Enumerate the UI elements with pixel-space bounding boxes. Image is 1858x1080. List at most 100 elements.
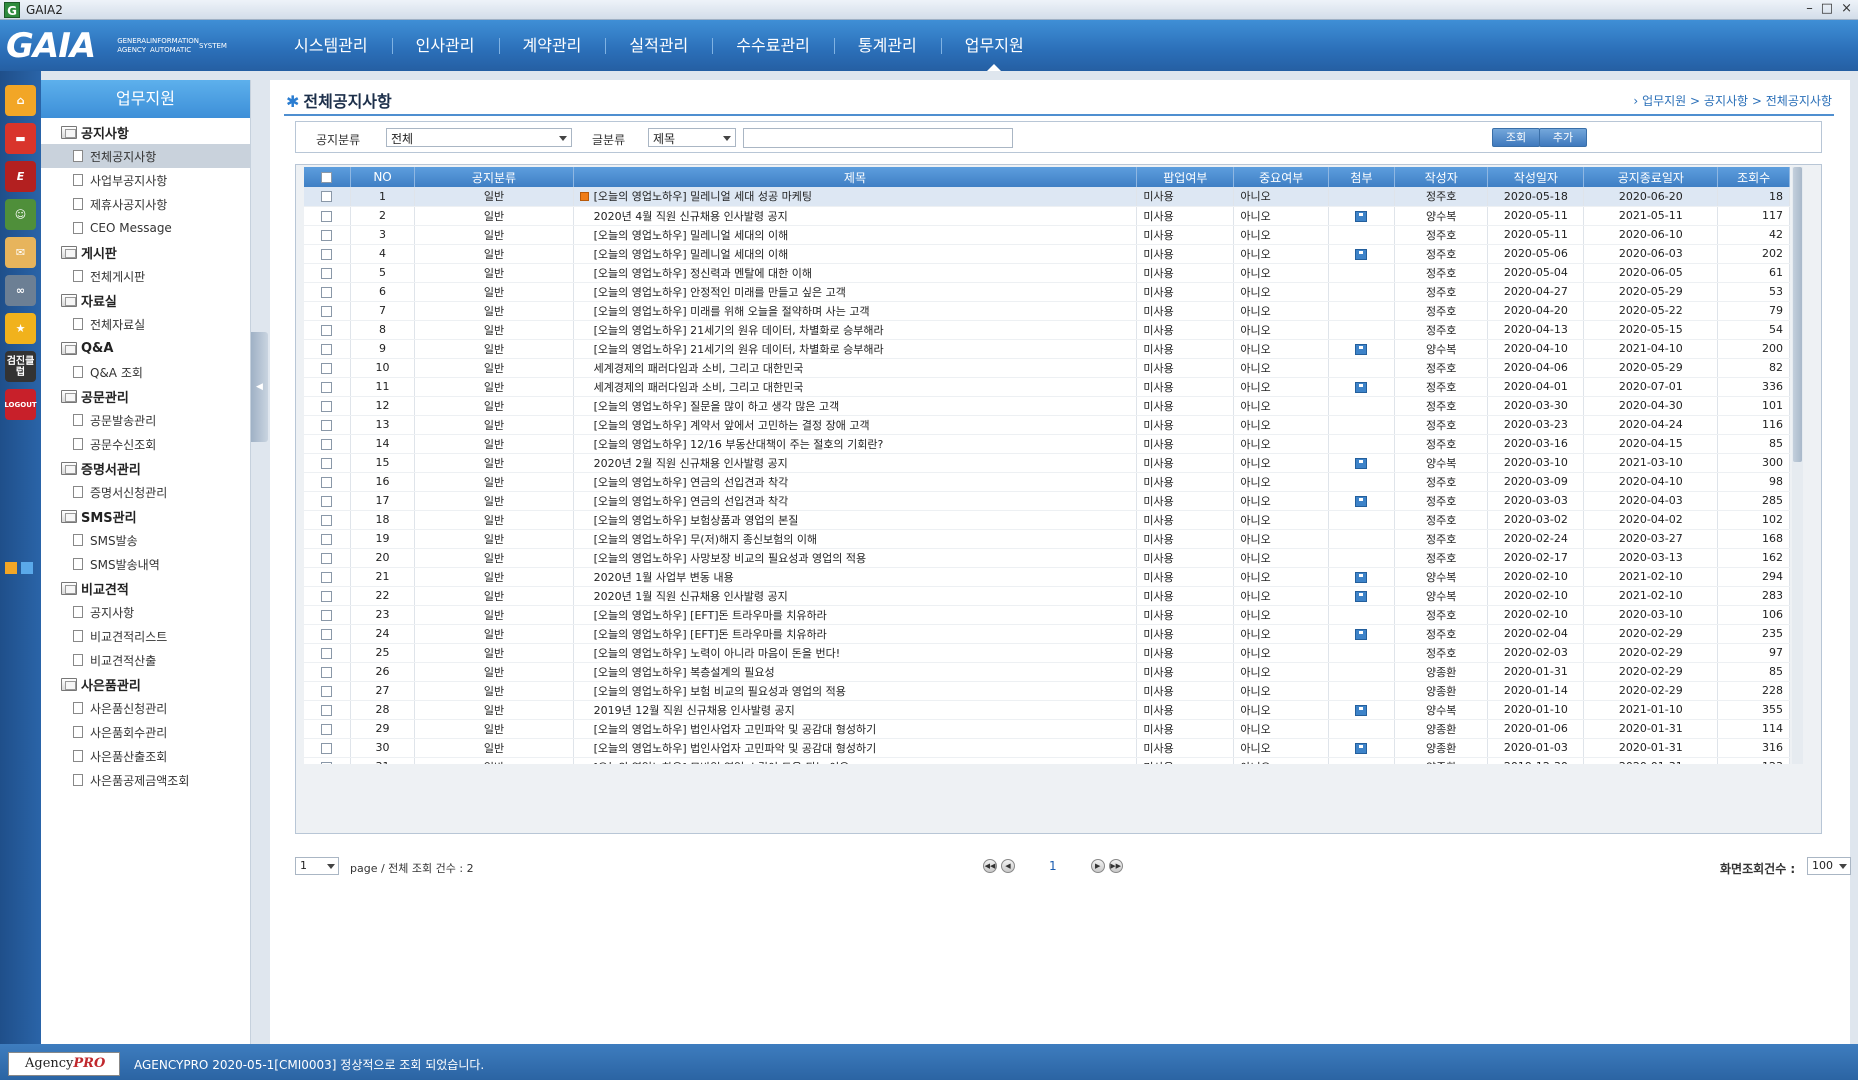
notice-title-link[interactable]: [오늘의 영업노하우] 안정적인 미래를 만들고 싶은 고객	[594, 286, 846, 299]
attachment-icon[interactable]	[1355, 457, 1368, 469]
table-cell[interactable]: [오늘의 영업노하우] 복층설계의 필요성	[573, 662, 1138, 682]
row-checkbox[interactable]	[321, 419, 333, 431]
table-cell[interactable]: [오늘의 영업노하우] 법인사업자 고민파악 및 공감대 형성하기	[573, 719, 1138, 739]
table-row[interactable]: 23 일반 [오늘의 영업노하우] [EFT]돈 트라우마를 치유하라 미사용 아니오 정…	[304, 605, 1790, 625]
row-checkbox[interactable]	[321, 267, 333, 279]
table-cell[interactable]: [오늘의 영업노하우] 보험상품과 영업의 본질	[573, 510, 1138, 530]
first-page-icon[interactable]: ◀◀	[983, 859, 997, 873]
rows-per-page-select[interactable]: 100	[1807, 857, 1851, 875]
sidebar-item[interactable]: 사은품신청관리	[61, 696, 250, 720]
table-cell[interactable]: 2020년 2월 직원 신규채용 인사발령 공지	[573, 453, 1138, 473]
table-cell[interactable]: [오늘의 영업노하우] 보험 비교의 필요성과 영업의 적용	[573, 681, 1138, 701]
table-cell[interactable]: 세계경제의 패러다임과 소비, 그리고 대한민국	[573, 377, 1138, 397]
nav-item-5[interactable]: 통계관리	[833, 20, 941, 71]
table-row[interactable]: 1 일반 [오늘의 영업노하우] 밀레니얼 세대 성공 마케팅 미사용 아니오 정주호 20…	[304, 187, 1790, 207]
sidebar-item[interactable]: 공문수신조회	[61, 432, 250, 456]
notice-title-link[interactable]: [오늘의 영업노하우] 노력이 아니라 마음이 돈을 번다!	[594, 647, 841, 660]
notice-title-link[interactable]: [오늘의 영업노하우] 12/16 부동산대책이 주는 절호의 기회란?	[594, 438, 884, 451]
scrollbar-thumb[interactable]	[1793, 167, 1802, 462]
column-header[interactable]: 첨부	[1328, 167, 1395, 187]
menu-group-header[interactable]: 공문관리	[61, 384, 250, 408]
table-row[interactable]: 12 일반 [오늘의 영업노하우] 질문을 많이 하고 생각 많은 고객 미사용 아니오…	[304, 396, 1790, 416]
row-checkbox[interactable]	[321, 438, 333, 450]
table-cell[interactable]: [오늘의 영업노하우] 미래를 위해 오늘을 절약하며 사는 고객	[573, 301, 1138, 321]
notice-title-link[interactable]: [오늘의 영업노하우] 계약서 앞에서 고민하는 결정 장애 고객	[594, 419, 870, 432]
row-checkbox[interactable]	[321, 400, 333, 412]
sidebar-item[interactable]: 전체게시판	[61, 264, 250, 288]
column-header[interactable]: 공지분류	[414, 167, 574, 187]
table-cell[interactable]	[1328, 624, 1395, 644]
home-icon[interactable]: ⌂	[5, 85, 36, 116]
menu-group-header[interactable]: 비교견적	[61, 576, 250, 600]
table-cell[interactable]: 세계경제의 패러다임과 소비, 그리고 대한민국	[573, 358, 1138, 378]
table-cell[interactable]: 2019년 12월 직원 신규채용 인사발령 공지	[573, 700, 1138, 720]
sidebar-item[interactable]: 사은품산출조회	[61, 744, 250, 768]
notice-title-link[interactable]: [오늘의 영업노하우] 무(저)해지 종신보험의 이해	[594, 533, 817, 546]
notice-title-link[interactable]: [오늘의 영업노하우] 21세기의 원유 데이터, 차별화로 승부해라	[594, 324, 884, 337]
table-cell[interactable]	[1328, 700, 1395, 720]
column-header[interactable]: 중요여부	[1233, 167, 1330, 187]
table-row[interactable]: 14 일반 [오늘의 영업노하우] 12/16 부동산대책이 주는 절호의 기회란?…	[304, 434, 1790, 454]
page-select[interactable]: 1	[295, 857, 339, 875]
e-learning-icon[interactable]: E	[5, 161, 36, 192]
table-cell[interactable]: 2020년 4월 직원 신규채용 인사발령 공지	[573, 206, 1138, 226]
last-page-icon[interactable]: ▶▶	[1108, 859, 1123, 873]
row-checkbox[interactable]	[321, 685, 333, 697]
notice-title-link[interactable]: [오늘의 영업노하우] 보험 비교의 필요성과 영업의 적용	[594, 685, 846, 698]
sidebar-item[interactable]: SMS발송내역	[61, 552, 250, 576]
row-checkbox[interactable]	[321, 590, 333, 602]
table-row[interactable]: 8 일반 [오늘의 영업노하우] 21세기의 원유 데이터, 차별화로 승부해라 미사…	[304, 320, 1790, 340]
mail-icon[interactable]: ✉	[5, 237, 36, 268]
sidebar-item[interactable]: CEO Message	[61, 216, 250, 240]
table-row[interactable]: 6 일반 [오늘의 영업노하우] 안정적인 미래를 만들고 싶은 고객 미사용 아니오 정…	[304, 282, 1790, 302]
table-row[interactable]: 29 일반 [오늘의 영업노하우] 법인사업자 고민파악 및 공감대 형성하기 미사용…	[304, 719, 1790, 739]
table-row[interactable]: 21 일반 2020년 1월 사업부 변동 내용 미사용 아니오 양수복 2020-02-1…	[304, 567, 1790, 587]
table-cell[interactable]: [오늘의 영업노하우] 사망보장 비교의 필요성과 영업의 적용	[573, 548, 1138, 568]
table-row[interactable]: 17 일반 [오늘의 영업노하우] 연금의 선입견과 착각 미사용 아니오 정주호 2020…	[304, 491, 1790, 511]
attachment-icon[interactable]	[1355, 381, 1368, 393]
table-cell[interactable]	[1328, 339, 1395, 359]
notice-title-link[interactable]: [오늘의 영업노하우] [EFT]돈 트라우마를 치유하라	[594, 628, 827, 641]
table-row[interactable]: 19 일반 [오늘의 영업노하우] 무(저)해지 종신보험의 이해 미사용 아니오 정주호…	[304, 529, 1790, 549]
column-header[interactable]: 작성일자	[1487, 167, 1585, 187]
notice-title-link[interactable]: [오늘의 영업노하우] 연금의 선입견과 착각	[594, 495, 789, 508]
checkup-club-icon[interactable]: 검진클럽	[5, 351, 36, 382]
minimize-icon[interactable]: –	[1806, 1, 1813, 16]
attachment-icon[interactable]	[1355, 628, 1368, 640]
notice-title-link[interactable]: 2019년 12월 직원 신규채용 인사발령 공지	[594, 704, 795, 717]
attachment-icon[interactable]	[1355, 590, 1368, 602]
notice-title-link[interactable]: [오늘의 영업노하우] 복층설계의 필요성	[594, 666, 775, 679]
attachment-icon[interactable]	[1355, 704, 1368, 716]
current-page-number[interactable]: 1	[1049, 859, 1057, 873]
table-row[interactable]: 31일반 [오늘의 영업노하우] 모바일 영업 스킬이 도움 되는 이유 미사용아니…	[304, 757, 1790, 764]
notice-title-link[interactable]: [오늘의 영업노하우] 정신력과 멘탈에 대한 이해	[594, 267, 812, 280]
table-cell[interactable]: [오늘의 영업노하우] 노력이 아니라 마음이 돈을 번다!	[573, 643, 1138, 663]
notice-title-link[interactable]: [오늘의 영업노하우] 밀레니얼 세대 성공 마케팅	[594, 190, 812, 203]
table-cell[interactable]: [오늘의 영업노하우] 21세기의 원유 데이터, 차별화로 승부해라	[573, 339, 1138, 359]
notice-title-link[interactable]: [오늘의 영업노하우] 연금의 선입견과 착각	[594, 476, 789, 489]
row-checkbox[interactable]	[321, 286, 333, 298]
logout-icon[interactable]: LOGOUT	[4, 389, 37, 420]
sidebar-item[interactable]: SMS발송	[61, 528, 250, 552]
notice-title-link[interactable]: [오늘의 영업노하우] 모바일 영업 스킬이 도움 되는 이유	[594, 761, 850, 765]
table-row[interactable]: 13 일반 [오늘의 영업노하우] 계약서 앞에서 고민하는 결정 장애 고객 미사용…	[304, 415, 1790, 435]
keyword-input[interactable]	[743, 128, 1013, 148]
row-checkbox[interactable]	[321, 476, 333, 488]
table-cell[interactable]	[1328, 586, 1395, 606]
column-header[interactable]: 팝업여부	[1136, 167, 1235, 187]
table-cell[interactable]: [오늘의 영업노하우] 안정적인 미래를 만들고 싶은 고객	[573, 282, 1138, 302]
theme-orange-icon[interactable]	[5, 562, 17, 574]
sidebar-item[interactable]: 전체공지사항	[41, 144, 250, 168]
table-row[interactable]: 10 일반 세계경제의 패러다임과 소비, 그리고 대한민국 미사용 아니오 정주호 202…	[304, 358, 1790, 378]
row-checkbox[interactable]	[321, 248, 333, 260]
row-checkbox[interactable]	[321, 704, 333, 716]
table-cell[interactable]: [오늘의 영업노하우] 모바일 영업 스킬이 도움 되는 이유	[573, 757, 1138, 765]
table-row[interactable]: 16 일반 [오늘의 영업노하우] 연금의 선입견과 착각 미사용 아니오 정주호 2020…	[304, 472, 1790, 492]
table-cell[interactable]: [오늘의 영업노하우] 밀레니얼 세대 성공 마케팅	[573, 187, 1138, 207]
next-page-icon[interactable]: ▶	[1090, 859, 1105, 873]
table-cell[interactable]: [오늘의 영업노하우] 12/16 부동산대책이 주는 절호의 기회란?	[573, 434, 1138, 454]
sidebar-item[interactable]: 비교견적리스트	[61, 624, 250, 648]
menu-group-header[interactable]: 사은품관리	[61, 672, 250, 696]
row-checkbox[interactable]	[321, 495, 333, 507]
add-button[interactable]: 추가	[1539, 128, 1587, 147]
